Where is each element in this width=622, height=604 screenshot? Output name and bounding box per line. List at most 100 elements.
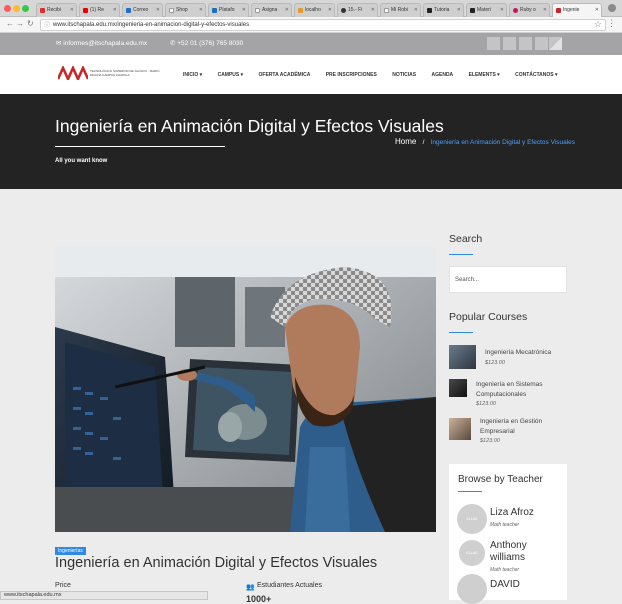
logo-icon[interactable] (58, 66, 88, 80)
site-header: TECNOLÓGICO SUPERIOR DE JALISCO · MARIO … (0, 55, 622, 94)
students-icon: 👥 (246, 584, 255, 591)
glasses-icon (427, 8, 432, 13)
browser-tab[interactable]: Shop ✕ (165, 3, 206, 17)
browser-tab[interactable]: Recibi ✕ (36, 3, 77, 17)
close-tab-icon[interactable]: ✕ (414, 4, 418, 17)
social-icon[interactable] (503, 37, 516, 50)
breadcrumb-separator: / (422, 139, 425, 146)
close-tab-icon[interactable]: ✕ (543, 4, 547, 17)
browser-tab[interactable]: Asigna ✕ (251, 3, 292, 17)
ruby-icon (513, 8, 518, 13)
main-content: Ingenierías Ingeniería en Animación Digi… (0, 189, 622, 604)
breadcrumb-home[interactable]: Home (395, 137, 416, 146)
nav-elements[interactable]: ELEMENTS ▾ (469, 72, 500, 78)
close-tab-icon[interactable]: ✕ (70, 4, 74, 17)
course-thumbnail[interactable] (449, 345, 476, 369)
itschapala-icon (556, 8, 561, 13)
course-thumbnail[interactable] (449, 379, 467, 397)
teacher-heading: Browse by Teacher (458, 474, 543, 485)
title-underline (55, 146, 225, 147)
browser-tab[interactable]: localho ✕ (294, 3, 335, 17)
url-input[interactable]: ⓘ www.itschapala.edu.mx/ingenieria-en-an… (40, 19, 606, 31)
close-tab-icon[interactable]: ✕ (199, 4, 203, 17)
nav-campus[interactable]: CAMPUS ▾ (218, 72, 244, 78)
popular-course-price: $123.00 (476, 401, 496, 407)
course-hero-image (55, 247, 436, 532)
browser-tab[interactable]: 15.- Fi ✕ (337, 3, 378, 17)
close-tab-icon[interactable]: ✕ (500, 4, 504, 17)
close-tab-icon[interactable]: ✕ (156, 4, 160, 17)
forward-icon[interactable]: → (16, 19, 24, 28)
close-tab-icon[interactable]: ✕ (371, 4, 375, 17)
browser-tab[interactable]: Correo ✕ (122, 3, 163, 17)
glasses-icon (470, 8, 475, 13)
page-icon (384, 8, 389, 13)
browser-tab[interactable]: Platafo ✕ (208, 3, 249, 17)
nav-noticias[interactable]: NOTICIAS (392, 72, 416, 78)
heading-rule (449, 332, 473, 333)
logo-text: TECNOLÓGICO SUPERIOR DE JALISCO · MARIO … (90, 69, 160, 77)
course-title: Ingeniería en Animación Digital y Efecto… (55, 555, 378, 571)
status-bar: www.itschapala.edu.mx (0, 591, 208, 600)
heading-rule (449, 254, 473, 255)
nav-inicio[interactable]: INICIO ▾ (183, 72, 202, 78)
close-tab-icon[interactable]: ✕ (113, 4, 117, 17)
avatar[interactable]: ELLAS (459, 540, 485, 566)
social-icon[interactable] (549, 37, 562, 50)
course-thumbnail[interactable] (449, 418, 471, 440)
page-icon (169, 8, 174, 13)
close-tab-icon[interactable]: ✕ (457, 4, 461, 17)
browser-tab-active[interactable]: Ingenie ✕ (552, 3, 602, 17)
profile-icon[interactable] (608, 4, 616, 12)
close-tab-icon[interactable]: ✕ (595, 4, 599, 17)
popular-course-name[interactable]: Ingeniería en Sistemas Computacionales (476, 380, 566, 400)
platform-icon (212, 8, 217, 13)
outlook-icon (126, 8, 131, 13)
teacher-role: Math teacher (490, 567, 520, 573)
social-icon[interactable] (487, 37, 500, 50)
nav-pre-inscripciones[interactable]: PRE INSCRIPCIONES (326, 72, 377, 78)
teacher-role: Math teacher (490, 522, 520, 528)
search-input[interactable]: Search... (449, 266, 567, 293)
page-banner: Ingeniería en Animación Digital y Efecto… (0, 94, 622, 189)
teacher-name[interactable]: Liza Afroz (490, 507, 534, 518)
close-tab-icon[interactable]: ✕ (242, 4, 246, 17)
teacher-name[interactable]: Anthony williams (490, 540, 550, 564)
browser-tab[interactable]: Mi Robi ✕ (380, 3, 421, 17)
browser-tab[interactable]: Tutoria ✕ (423, 3, 464, 17)
page-subtitle: All you want know (55, 158, 108, 164)
gmail-icon (40, 8, 45, 13)
contact-topbar: ✉ informes@itschapala.edu.mx ✆ +52 01 (3… (0, 33, 622, 55)
minimize-window-dot[interactable] (13, 5, 20, 12)
close-window-dot[interactable] (4, 5, 11, 12)
page-icon (255, 8, 260, 13)
main-nav: INICIO ▾ CAMPUS ▾ OFERTA ACADÉMICA PRE I… (183, 72, 572, 78)
students-value: 1000+ (246, 594, 272, 604)
category-badge[interactable]: Ingenierías (55, 547, 86, 555)
browser-tab[interactable]: Materi ✕ (466, 3, 507, 17)
close-tab-icon[interactable]: ✕ (328, 4, 332, 17)
close-tab-icon[interactable]: ✕ (285, 4, 289, 17)
teacher-name[interactable]: DAVID (490, 579, 520, 590)
social-icon[interactable] (535, 37, 548, 50)
reload-icon[interactable]: ↻ (27, 19, 34, 28)
browser-tab[interactable]: (1) Re ✕ (79, 3, 120, 17)
browser-menu-icon[interactable]: ⋮ (607, 18, 616, 29)
social-icon[interactable] (519, 37, 532, 50)
youtube-icon (83, 8, 88, 13)
address-bar: ← → ↻ ⓘ www.itschapala.edu.mx/ingenieria… (0, 17, 622, 33)
nav-contactanos[interactable]: CONTÁCTANOS ▾ (515, 72, 557, 78)
back-icon[interactable]: ← (6, 19, 14, 28)
avatar[interactable]: ELLAS (457, 504, 487, 534)
localhost-icon (298, 8, 303, 13)
email-contact[interactable]: ✉ informes@itschapala.edu.mx (56, 39, 147, 47)
nav-oferta-academica[interactable]: OFERTA ACADÉMICA (259, 72, 311, 78)
popular-course-name[interactable]: Ingeniería en Gestión Empresarial (480, 417, 560, 437)
browser-tab[interactable]: Ruby o ✕ (509, 3, 550, 17)
nav-agenda[interactable]: AGENDA (432, 72, 454, 78)
popular-course-name[interactable]: Ingeniería Mecatrónica (485, 349, 551, 356)
maximize-window-dot[interactable] (22, 5, 29, 12)
page-info-icon[interactable]: ⓘ (44, 21, 50, 31)
bookmark-star-icon[interactable]: ☆ (594, 19, 602, 30)
students-label: Estudiantes Actuales (257, 582, 322, 589)
